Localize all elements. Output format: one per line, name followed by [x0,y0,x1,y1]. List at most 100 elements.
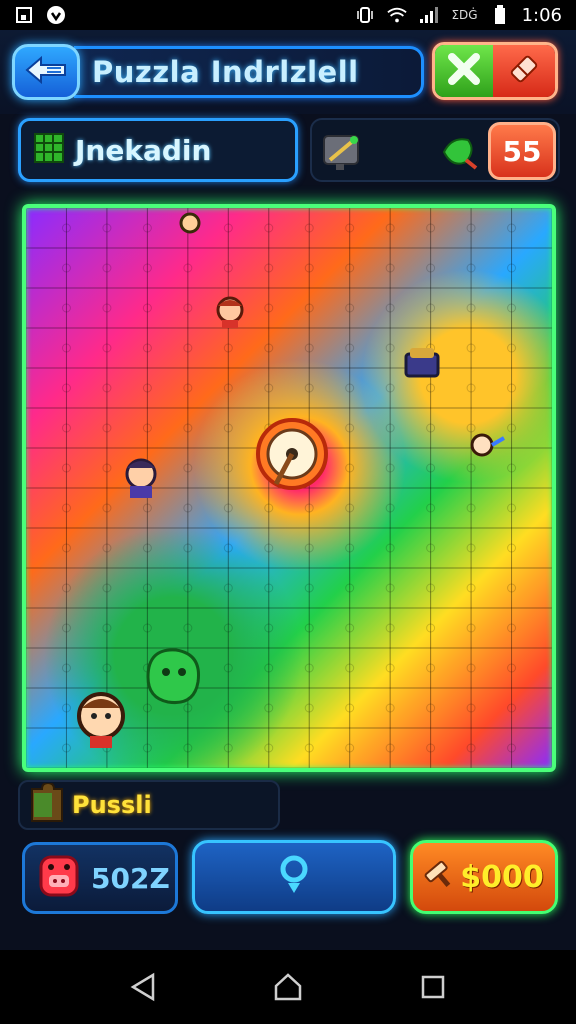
puzzle-tile[interactable] [511,208,552,249]
puzzle-tile[interactable] [308,607,351,649]
puzzle-tile[interactable] [187,447,229,489]
puzzle-tile[interactable] [308,647,351,689]
puzzle-tile[interactable] [470,607,513,649]
puzzle-tile[interactable] [26,327,67,369]
puzzle-tile[interactable] [308,327,351,369]
puzzle-tile[interactable] [106,527,148,569]
nav-home-button[interactable] [268,967,308,1007]
puzzle-tile[interactable] [470,487,513,529]
puzzle-tile[interactable] [349,327,391,369]
puzzle-tile[interactable] [268,607,310,649]
puzzle-tile[interactable] [389,208,432,249]
puzzle-tile[interactable] [26,607,67,649]
puzzle-tile[interactable] [430,247,472,289]
puzzle-tile[interactable] [146,407,189,449]
puzzle-tile[interactable] [26,247,67,289]
chest-piece[interactable] [402,344,442,384]
puzzle-tile[interactable] [389,247,432,289]
puzzle-tile[interactable] [470,647,513,689]
puzzle-tile[interactable] [187,327,229,369]
puzzle-tile[interactable] [389,647,432,689]
puzzle-tile[interactable] [349,247,391,289]
puzzle-tile[interactable] [349,647,391,689]
puzzle-tile[interactable] [227,327,270,369]
puzzle-tile[interactable] [511,327,552,369]
puzzle-tile[interactable] [389,687,432,729]
puzzle-tile[interactable] [268,247,310,289]
puzzle-tile[interactable] [389,527,432,569]
puzzle-tile[interactable] [65,567,108,609]
puzzle-tile[interactable] [430,527,472,569]
puzzle-tile[interactable] [470,567,513,609]
puzzle-tile[interactable] [470,367,513,409]
character-piece-left[interactable] [118,454,164,504]
puzzle-tile[interactable] [227,687,270,729]
puzzle-tile[interactable] [430,287,472,329]
puzzle-tile[interactable] [26,527,67,569]
puzzle-tile[interactable] [187,527,229,569]
puzzle-tile[interactable] [389,287,432,329]
puzzle-tile[interactable] [227,727,270,768]
puzzle-tile[interactable] [511,407,552,449]
close-button[interactable] [435,45,493,97]
puzzle-tile[interactable] [349,527,391,569]
puzzle-tile[interactable] [430,687,472,729]
puzzle-tile[interactable] [470,327,513,369]
puzzle-tile[interactable] [26,287,67,329]
puzzle-tile[interactable] [187,727,229,768]
puzzle-tile[interactable] [146,367,189,409]
puzzle-tile[interactable] [349,208,391,249]
puzzle-tile[interactable] [511,687,552,729]
puzzle-tile[interactable] [106,407,148,449]
puzzle-tile[interactable] [26,567,67,609]
puzzle-tile[interactable] [470,687,513,729]
puzzle-tile[interactable] [389,447,432,489]
hint-bar[interactable]: Pussli [18,780,280,830]
puzzle-tile[interactable] [268,527,310,569]
puzzle-tile[interactable] [268,727,310,768]
small-piece-right[interactable] [466,430,506,464]
puzzle-tile[interactable] [26,647,67,689]
character-piece-top[interactable] [212,294,248,334]
puzzle-tile[interactable] [308,367,351,409]
puzzle-tile[interactable] [146,527,189,569]
puzzle-tile[interactable] [106,327,148,369]
puzzle-tile[interactable] [470,287,513,329]
puzzle-tile[interactable] [511,487,552,529]
puzzle-tile[interactable] [389,567,432,609]
puzzle-tile[interactable] [308,687,351,729]
puzzle-tile[interactable] [187,247,229,289]
puzzle-tile[interactable] [430,487,472,529]
puzzle-tile[interactable] [308,287,351,329]
puzzle-tile[interactable] [470,247,513,289]
puzzle-tile[interactable] [511,287,552,329]
puzzle-tile[interactable] [227,527,270,569]
puzzle-tile[interactable] [106,567,148,609]
puzzle-tile[interactable] [430,567,472,609]
puzzle-tile[interactable] [389,407,432,449]
puzzle-tile[interactable] [430,647,472,689]
puzzle-tile[interactable] [389,607,432,649]
puzzle-tile[interactable] [430,447,472,489]
puzzle-tile[interactable] [146,567,189,609]
puzzle-tile[interactable] [349,367,391,409]
locate-button[interactable] [192,840,396,914]
puzzle-tile[interactable] [470,527,513,569]
puzzle-tile[interactable] [65,247,108,289]
puzzle-tile[interactable] [430,407,472,449]
puzzle-board[interactable] [22,204,556,772]
puzzle-tile[interactable] [511,527,552,569]
puzzle-tile[interactable] [511,367,552,409]
puzzle-tile[interactable] [268,687,310,729]
puzzle-tile[interactable] [349,567,391,609]
puzzle-tile[interactable] [187,567,229,609]
puzzle-tile[interactable] [26,687,67,729]
coins-panel[interactable]: 502Z [22,842,178,914]
puzzle-tile[interactable] [268,367,310,409]
puzzle-tile[interactable] [65,527,108,569]
puzzle-tile[interactable] [349,607,391,649]
puzzle-tile[interactable] [65,287,108,329]
puzzle-tile[interactable] [349,487,391,529]
puzzle-tile[interactable] [389,487,432,529]
level-panel[interactable]: Jnekadin [18,118,298,182]
